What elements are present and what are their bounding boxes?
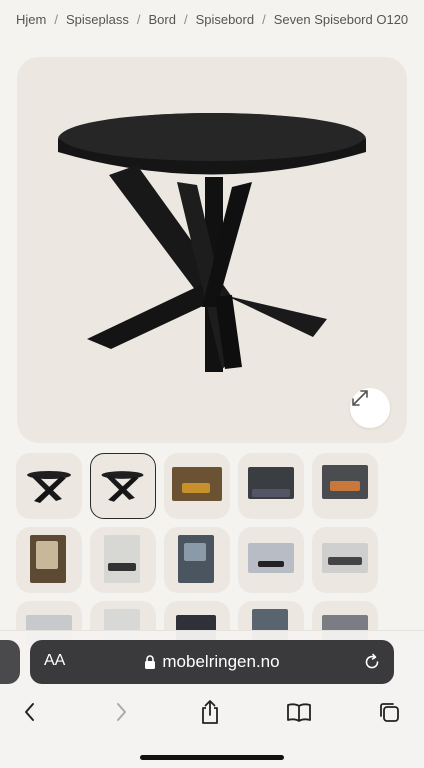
- expand-arrows-icon: [352, 390, 368, 406]
- tabs-icon: [380, 703, 399, 722]
- forward-button[interactable]: [107, 698, 135, 726]
- breadcrumb-separator: /: [54, 12, 58, 27]
- bookmarks-icon: [287, 703, 311, 722]
- breadcrumb-separator: /: [183, 12, 188, 27]
- expand-image-button[interactable]: [350, 388, 390, 428]
- thumbnail-2-selected[interactable]: [90, 453, 156, 519]
- breadcrumb-separator: /: [136, 12, 141, 27]
- breadcrumb: Hjem / Spiseplass / Bord / Spisebord / S…: [16, 12, 416, 27]
- url-display[interactable]: mobelringen.no: [30, 652, 394, 672]
- previous-tab-stub[interactable]: [0, 640, 20, 684]
- thumbnail-9[interactable]: [238, 527, 304, 593]
- breadcrumb-item-home[interactable]: Hjem: [16, 12, 46, 27]
- url-text: mobelringen.no: [162, 652, 280, 671]
- thumbnail-10[interactable]: [312, 527, 378, 593]
- share-button[interactable]: [196, 698, 224, 726]
- product-main-image[interactable]: [17, 57, 407, 443]
- back-icon: [25, 703, 34, 721]
- home-indicator: [140, 755, 284, 760]
- thumbnail-3[interactable]: [164, 453, 230, 519]
- table-illustration: [58, 113, 366, 372]
- thumbnail-6[interactable]: [16, 527, 82, 593]
- lock-icon: [145, 654, 156, 669]
- thumbnail-8[interactable]: [164, 527, 230, 593]
- thumbnail-1[interactable]: [16, 453, 82, 519]
- breadcrumb-item-current: Seven Spisebord O120: [273, 12, 409, 27]
- breadcrumb-item-spiseplass[interactable]: Spiseplass: [66, 12, 129, 27]
- breadcrumb-item-bord[interactable]: Bord: [148, 12, 175, 27]
- bookmarks-button[interactable]: [285, 698, 313, 726]
- address-bar[interactable]: AA mobelringen.no: [30, 640, 394, 684]
- forward-icon: [117, 703, 126, 721]
- thumbnail-7[interactable]: [90, 527, 156, 593]
- thumbnail-5[interactable]: [312, 453, 378, 519]
- tabs-button[interactable]: [375, 698, 403, 726]
- breadcrumb-item-spisebord[interactable]: Spisebord: [196, 12, 255, 27]
- back-button[interactable]: [16, 698, 44, 726]
- browser-toolbar: [0, 694, 424, 730]
- reload-icon[interactable]: [362, 652, 382, 672]
- breadcrumb-separator: /: [262, 12, 266, 27]
- share-icon: [202, 700, 218, 724]
- thumbnail-4[interactable]: [238, 453, 304, 519]
